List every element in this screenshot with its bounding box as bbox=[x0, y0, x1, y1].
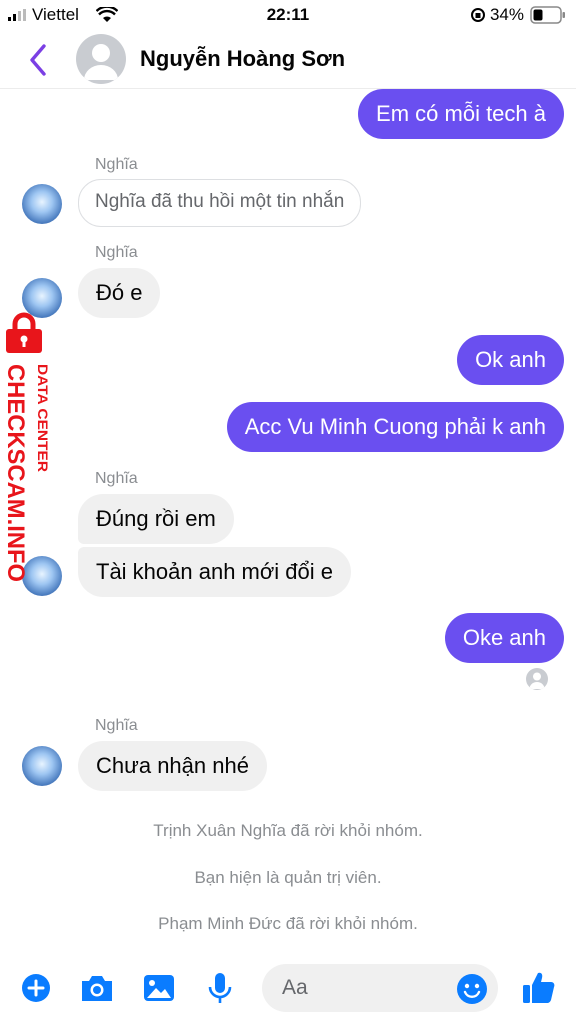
default-avatar-icon bbox=[84, 44, 118, 80]
conversation-header: Nguyễn Hoàng Sơn bbox=[0, 30, 576, 89]
incoming-message[interactable]: Đúng rồi em bbox=[78, 494, 234, 544]
camera-icon[interactable] bbox=[77, 968, 117, 1008]
outgoing-message[interactable]: Acc Vu Minh Cuong phải k anh bbox=[226, 402, 564, 452]
contact-avatar[interactable] bbox=[76, 34, 126, 84]
seen-avatar-icon bbox=[529, 672, 545, 689]
watermark-subtext: DATA CENTER bbox=[35, 364, 51, 472]
battery-icon bbox=[530, 6, 565, 24]
message-input[interactable]: Aa bbox=[262, 964, 498, 1012]
status-bar: Viettel 22:11 34% bbox=[0, 0, 576, 30]
incoming-message[interactable]: Đó e bbox=[78, 268, 161, 318]
sender-name: Nghĩa bbox=[95, 717, 138, 734]
emoji-icon[interactable] bbox=[456, 973, 488, 1005]
seen-receipt-avatar bbox=[526, 668, 548, 690]
sender-name: Nghĩa bbox=[95, 156, 138, 173]
sender-avatar[interactable] bbox=[22, 746, 62, 786]
incoming-message[interactable]: Chưa nhận nhé bbox=[78, 741, 267, 791]
thumbs-up-icon[interactable] bbox=[519, 968, 559, 1008]
system-message: Phạm Minh Đức đã rời khỏi nhóm. bbox=[158, 914, 418, 933]
plus-icon[interactable] bbox=[16, 968, 56, 1008]
orientation-lock-icon bbox=[471, 8, 485, 22]
svg-text:CHECKSCAM.INFO: CHECKSCAM.INFO bbox=[4, 364, 29, 582]
watermark-lock-icon bbox=[6, 312, 42, 353]
watermark-text: CHECKSCAM.INFO bbox=[4, 364, 29, 582]
sender-name: Nghĩa bbox=[95, 470, 138, 487]
system-message: Trịnh Xuân Nghĩa đã rời khỏi nhóm. bbox=[153, 821, 423, 840]
outgoing-message[interactable]: Oke anh bbox=[444, 613, 564, 663]
battery-percent: 34% bbox=[489, 5, 524, 24]
recalled-message: Nghĩa đã thu hồi một tin nhắn bbox=[78, 179, 362, 227]
incoming-message[interactable]: Tài khoản anh mới đổi e bbox=[78, 547, 352, 597]
sender-avatar[interactable] bbox=[22, 184, 62, 224]
contact-name[interactable]: Nguyễn Hoàng Sơn bbox=[140, 46, 345, 72]
system-message: Bạn hiện là quản trị viên. bbox=[194, 868, 382, 887]
microphone-icon[interactable] bbox=[200, 968, 240, 1008]
outgoing-message[interactable]: Em có mỗi tech à bbox=[358, 89, 564, 139]
back-arrow-icon[interactable] bbox=[24, 40, 54, 80]
outgoing-message[interactable]: Ok anh bbox=[457, 335, 564, 385]
sender-name: Nghĩa bbox=[95, 244, 138, 261]
message-input-placeholder: Aa bbox=[282, 976, 308, 999]
svg-text:DATA CENTER: DATA CENTER bbox=[35, 364, 51, 472]
gallery-icon[interactable] bbox=[139, 968, 179, 1008]
